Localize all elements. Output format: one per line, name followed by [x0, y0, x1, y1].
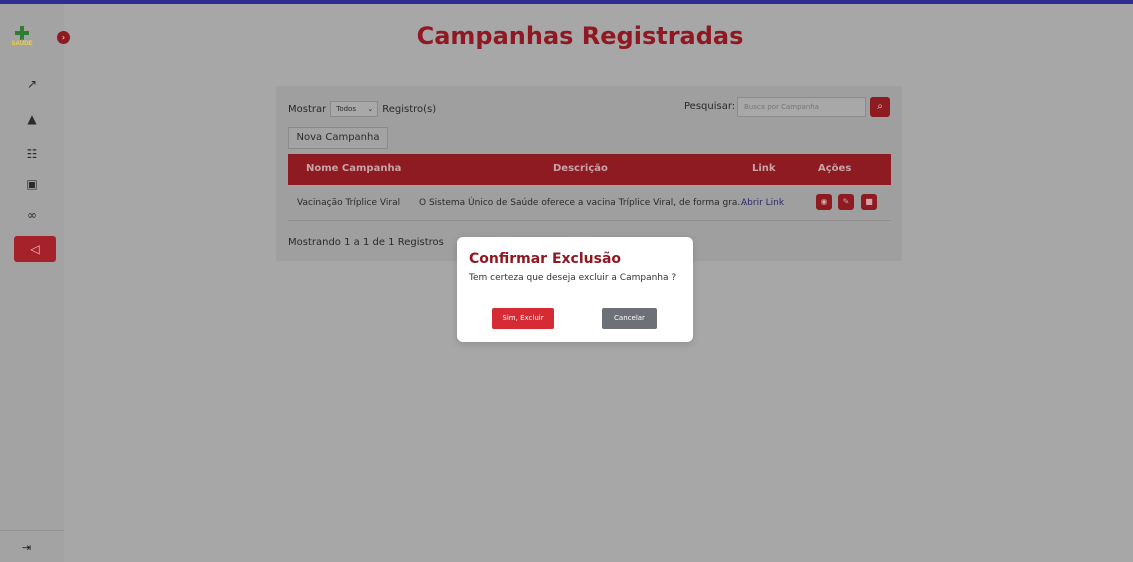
table-row: Vacinação Tríplice Viral O Sistema Único…	[288, 185, 891, 221]
search-label: Pesquisar:	[684, 101, 736, 112]
page-size-select[interactable]: Todos ⌄	[330, 101, 379, 117]
sidebar: SAÚDE ↗ ▲ ☷ ▣ ∞ ◁ ⇥	[0, 4, 64, 562]
page-title: Campanhas Registradas	[416, 22, 744, 50]
chevron-down-icon: ⌄	[367, 105, 374, 113]
confirm-delete-modal: Confirmar Exclusão Tem certeza que desej…	[457, 237, 693, 342]
chart-line-icon[interactable]: ↗	[24, 76, 40, 92]
sidebar-divider	[0, 530, 64, 531]
bullhorn-icon: ◁	[30, 242, 40, 256]
delete-button[interactable]: ■	[861, 194, 877, 210]
sidebar-toggle-chevron-right-icon[interactable]: ›	[57, 31, 70, 44]
column-header-name: Nome Campanha	[306, 163, 402, 174]
page-size-control: Mostrar Todos ⌄ Registro(s)	[288, 101, 436, 117]
confirm-delete-button[interactable]: Sim, Excluir	[492, 308, 554, 329]
top-accent-bar	[0, 0, 1133, 4]
column-header-description: Descrição	[553, 163, 608, 174]
page-size-value: Todos	[336, 105, 356, 113]
records-label: Registro(s)	[382, 103, 437, 115]
show-label: Mostrar	[288, 103, 327, 115]
briefcase-medical-icon[interactable]: ▣	[24, 176, 40, 192]
health-cross-icon	[15, 26, 29, 40]
eye-icon: ◉	[820, 197, 828, 206]
search-button[interactable]: ⌕	[870, 97, 890, 117]
column-header-actions: Ações	[818, 163, 852, 174]
table-header: Nome Campanha Descrição Link Ações	[288, 154, 891, 185]
modal-title: Confirmar Exclusão	[469, 251, 622, 267]
edit-icon: ✎	[842, 197, 850, 206]
cancel-button[interactable]: Cancelar	[602, 308, 657, 329]
records-summary: Mostrando 1 a 1 de 1 Registros	[288, 237, 444, 248]
trash-icon: ■	[865, 197, 873, 206]
sidebar-item-campanhas[interactable]: ◁	[14, 236, 56, 262]
new-campaign-button[interactable]: Nova Campanha	[288, 127, 388, 149]
search-icon: ⌕	[877, 101, 883, 112]
campaign-name-cell: Vacinação Tríplice Viral	[297, 198, 401, 208]
view-button[interactable]: ◉	[816, 194, 832, 210]
modal-message: Tem certeza que deseja excluir a Campanh…	[469, 273, 677, 283]
column-header-link: Link	[752, 163, 776, 174]
user-icon[interactable]: ▲	[24, 111, 40, 127]
logo-text: SAÚDE	[11, 41, 33, 47]
hospital-icon[interactable]: ☷	[24, 146, 40, 162]
app-logo[interactable]: SAÚDE	[11, 26, 33, 52]
binoculars-icon[interactable]: ∞	[24, 207, 40, 223]
sign-out-icon[interactable]: ⇥	[22, 541, 31, 554]
search-input[interactable]	[737, 97, 866, 117]
campaign-description-cell: O Sistema Único de Saúde oferece a vacin…	[419, 198, 746, 208]
edit-button[interactable]: ✎	[838, 194, 854, 210]
open-link[interactable]: Abrir Link	[741, 198, 784, 208]
